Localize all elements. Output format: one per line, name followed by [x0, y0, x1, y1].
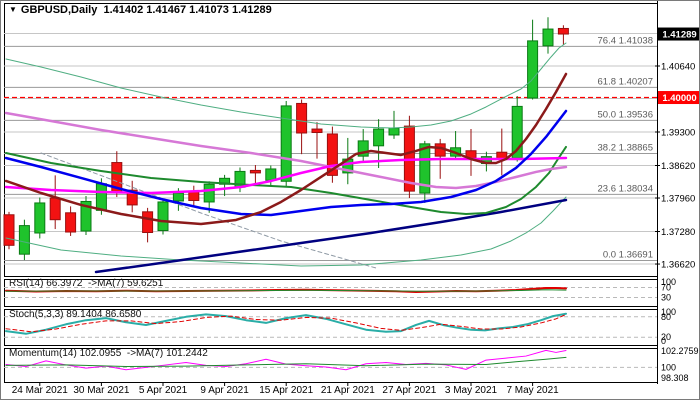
price-chart-svg[interactable]: 76.4 1.41038 61.8 1.40207 50.0 1.39536 38.2…	[1, 1, 700, 400]
price-axis-label: 1.37280	[661, 227, 695, 238]
date-axis-label: 15 Apr 2021	[259, 385, 313, 396]
alert-price-badge-text: 1.40000	[662, 93, 696, 104]
candle-body	[18, 225, 30, 255]
ohlc-open: 1.41402	[103, 4, 144, 16]
fib-level-label: 50.0 1.39536	[598, 109, 653, 120]
rsi-panel-label: RSI(14) 66.3972 ->MA(7) 59.6251	[9, 278, 164, 289]
price-axis-label: 1.40640	[661, 62, 695, 73]
date-axis-label: 21 Apr 2021	[321, 385, 375, 396]
price-axis-label: 1.38620	[661, 161, 695, 172]
price-axis-label: 1.36620	[661, 260, 695, 271]
ohlc-low: 1.41073	[189, 4, 229, 16]
chart-window: 76.4 1.41038 61.8 1.40207 50.0 1.39536 38.2…	[0, 0, 700, 400]
date-axis-label: 24 Mar 2021	[12, 385, 69, 396]
rsi-axis-label: 70	[661, 283, 671, 293]
candle-body	[65, 212, 77, 233]
candle-body	[3, 214, 15, 246]
ohlc-high: 1.41467	[146, 4, 187, 16]
momentum-axis-label: 102.2759	[661, 346, 699, 356]
date-axis-label: 9 Apr 2021	[200, 385, 249, 396]
chevron-down-icon[interactable]: ▼	[9, 5, 17, 14]
price-axis-label: 1.39300	[661, 128, 695, 139]
candle-body	[249, 169, 261, 174]
stoch-axis-label: 0	[661, 336, 666, 346]
candle-body	[157, 201, 169, 232]
date-axis-label: 7 May 2021	[506, 385, 559, 396]
chart-symbol-period: GBPUSD,Daily	[20, 4, 98, 16]
candle-body	[388, 127, 400, 136]
date-axis-label: 3 May 2021	[445, 385, 498, 396]
stoch-axis-label: 80	[661, 312, 671, 322]
candle-body	[142, 211, 154, 234]
candle-body	[557, 27, 569, 35]
date-axis-label: 5 Apr 2021	[139, 385, 188, 396]
fib-level-label: 0.0 1.36691	[603, 250, 653, 261]
candle-body	[95, 183, 107, 211]
chart-title: ▼ GBPUSD,Daily 1.41402 1.41467 1.41073 1.…	[9, 4, 272, 16]
stoch-panel-label: Stoch(5,3,3) 89.1404 86.6580	[9, 309, 142, 320]
fib-level-label: 76.4 1.41038	[598, 35, 653, 46]
rsi-axis-label: 30	[661, 293, 671, 303]
ohlc-close: 1.41289	[231, 4, 272, 16]
candle-body	[34, 202, 46, 234]
candle-body	[527, 40, 539, 99]
candle-body	[172, 192, 184, 202]
price-axis-label: 1.37960	[661, 194, 695, 205]
current-price-badge-text: 1.41289	[662, 30, 696, 41]
momentum-axis-label: 98.308	[661, 373, 689, 383]
fib-level-label: 23.6 1.38034	[598, 183, 653, 194]
fib-level-label: 61.8 1.40207	[598, 76, 653, 87]
candle-body	[280, 105, 292, 182]
date-axis-label: 27 Apr 2021	[382, 385, 436, 396]
fib-level-label: 38.2 1.38865	[598, 142, 653, 153]
candle-body	[265, 168, 277, 181]
momentum-panel-label: Momentum(14) 102.0955 ->MA(7) 101.2442	[9, 348, 208, 359]
candle-body	[542, 28, 554, 47]
candle-body	[373, 128, 385, 147]
candle-body	[49, 197, 61, 221]
momentum-axis-label: 100	[661, 362, 676, 372]
candle-body	[296, 102, 308, 134]
candle-body	[311, 128, 323, 134]
candle-body	[203, 183, 215, 203]
date-axis-label: 30 Mar 2021	[73, 385, 130, 396]
